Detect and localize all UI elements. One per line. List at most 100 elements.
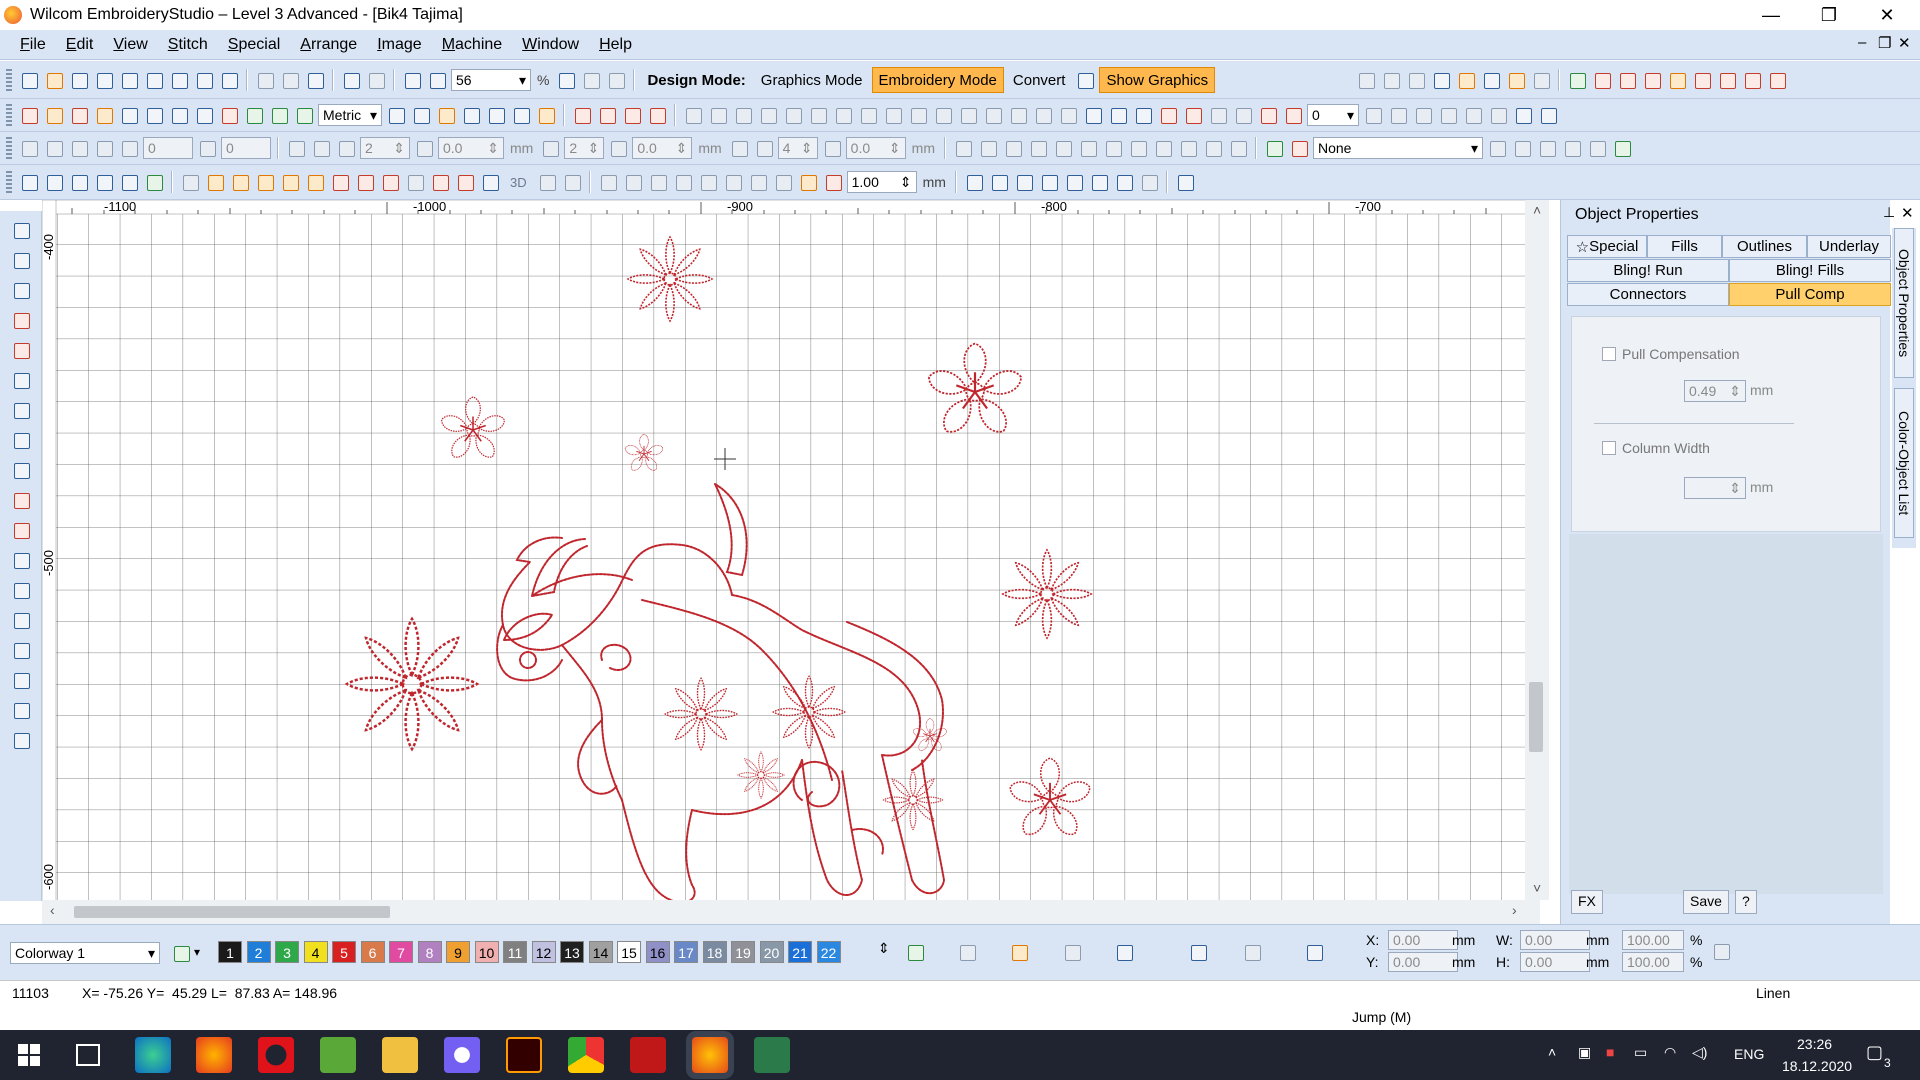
tool-icon[interactable] [728,137,750,159]
thread-chart-icon[interactable] [1008,941,1030,963]
chevron-down-icon[interactable]: ▾ [194,945,200,959]
tool-icon[interactable] [1182,104,1204,126]
menu-stitch[interactable]: Stitch [158,36,218,54]
fill-icon[interactable] [279,171,301,193]
paste-icon[interactable] [304,69,326,91]
tool-icon[interactable] [1512,104,1534,126]
fill-icon[interactable] [204,171,226,193]
color-swatch[interactable]: 20 [759,941,784,963]
color-swatch[interactable]: 7 [389,941,413,963]
print-preview-icon[interactable] [118,69,140,91]
h-input[interactable]: 0.00 [1520,952,1590,972]
tool-icon[interactable] [68,137,90,159]
tab-fills[interactable]: Fills [1647,235,1722,258]
y-input[interactable]: 0.00 [1388,952,1458,972]
tab-bling-run[interactable]: Bling! Run [1567,259,1729,282]
embroidery-mode-button[interactable]: Embroidery Mode [871,67,1004,93]
stitch-icon[interactable] [1766,69,1788,91]
color-swatch[interactable]: 11 [503,941,527,963]
rotate-input[interactable]: 0 [143,137,193,159]
print-icon[interactable] [143,69,165,91]
tool-icon[interactable] [335,137,357,159]
input-d-icon[interactable] [93,104,115,126]
team-icon[interactable] [10,669,32,691]
fx-button[interactable]: FX [1571,890,1603,914]
align-icon[interactable] [857,104,879,126]
panel-close-icon[interactable]: ✕ [1901,204,1914,222]
language-indicator[interactable]: ENG [1734,1046,1764,1062]
tool-icon[interactable] [1561,137,1583,159]
color-swatch[interactable]: 14 [588,941,613,963]
align-icon[interactable] [982,104,1004,126]
tool-icon[interactable] [797,171,819,193]
open-folder-icon[interactable] [43,69,65,91]
hoop-icon[interactable] [1455,69,1477,91]
polyline-icon[interactable] [10,459,32,481]
skew-input[interactable]: 0 [221,137,271,159]
tool-icon[interactable] [1002,137,1024,159]
tool-icon[interactable] [822,171,844,193]
input-b-icon[interactable] [43,104,65,126]
menu-window[interactable]: Window [512,36,589,54]
show-graphics-button[interactable]: Show Graphics [1099,67,1216,93]
tool-icon[interactable] [988,171,1010,193]
tool-icon[interactable] [1282,104,1304,126]
scroll-right-icon[interactable]: › [1512,902,1517,918]
battery-icon[interactable]: ▭ [1634,1044,1647,1061]
vertical-scrollbar[interactable]: ˄ ˅ [1525,200,1549,900]
tool-icon[interactable] [1177,137,1199,159]
tool-icon[interactable] [1362,104,1384,126]
help-button[interactable]: ? [1735,890,1757,914]
color-swatch[interactable]: 12 [531,941,556,963]
tool-icon[interactable] [707,104,729,126]
tool-icon[interactable] [1437,104,1459,126]
close-button[interactable]: ✕ [1858,0,1916,30]
stitch-type-icon[interactable] [571,104,593,126]
tool-icon[interactable] [1113,941,1135,963]
tool-icon[interactable] [435,104,457,126]
tool-icon[interactable] [1586,137,1608,159]
color-swatch[interactable]: 19 [731,941,755,963]
edge-icon[interactable] [135,1037,171,1073]
tool-icon[interactable] [68,171,90,193]
spacing-input[interactable]: 0.0 ⇕ [438,137,504,159]
h-percent-input[interactable]: 100.00 [1622,952,1684,972]
pull-compensation-input[interactable]: 0.49 ⇕ [1684,380,1746,402]
mdi-minimize-button[interactable]: – [1858,34,1866,51]
tool-icon[interactable] [268,104,290,126]
menu-help[interactable]: Help [589,36,642,54]
tool-icon[interactable] [536,171,558,193]
align-icon[interactable] [832,104,854,126]
stitch-icon[interactable] [1741,69,1763,91]
menu-machine[interactable]: Machine [432,36,512,54]
tool-icon[interactable] [1486,137,1508,159]
pin-icon[interactable]: ⊥ [1883,204,1895,221]
proportional-lock-icon[interactable] [1710,940,1732,962]
grid-icon[interactable] [143,104,165,126]
offset-input[interactable]: 0.0 ⇕ [632,137,693,159]
scroll-down-icon[interactable]: ˅ [1533,880,1541,896]
fill-icon[interactable] [479,171,501,193]
toolbar-grip[interactable] [6,69,12,91]
palette-icon[interactable] [170,942,192,964]
tool-icon[interactable] [1303,941,1325,963]
column-width-checkbox[interactable] [1602,441,1616,455]
tool-icon[interactable] [410,104,432,126]
count-input[interactable]: 2 ⇕ [360,137,410,159]
record-icon[interactable] [1591,69,1613,91]
tool-icon[interactable] [1257,104,1279,126]
tool-icon[interactable] [1061,941,1083,963]
mdi-restore-button[interactable]: ❐ [1878,34,1891,52]
new-file-icon[interactable] [18,69,40,91]
tray-app-icon[interactable]: ▣ [1578,1044,1591,1061]
fill-icon[interactable] [404,171,426,193]
save-icon[interactable] [68,69,90,91]
color-swatch[interactable]: 18 [702,941,727,963]
tool-icon[interactable] [1088,171,1110,193]
tool-icon[interactable] [977,137,999,159]
chrome-icon[interactable] [568,1037,604,1073]
align-icon[interactable] [882,104,904,126]
stitch-type-icon[interactable] [621,104,643,126]
input-c-icon[interactable] [68,104,90,126]
tool-icon[interactable] [1405,69,1427,91]
